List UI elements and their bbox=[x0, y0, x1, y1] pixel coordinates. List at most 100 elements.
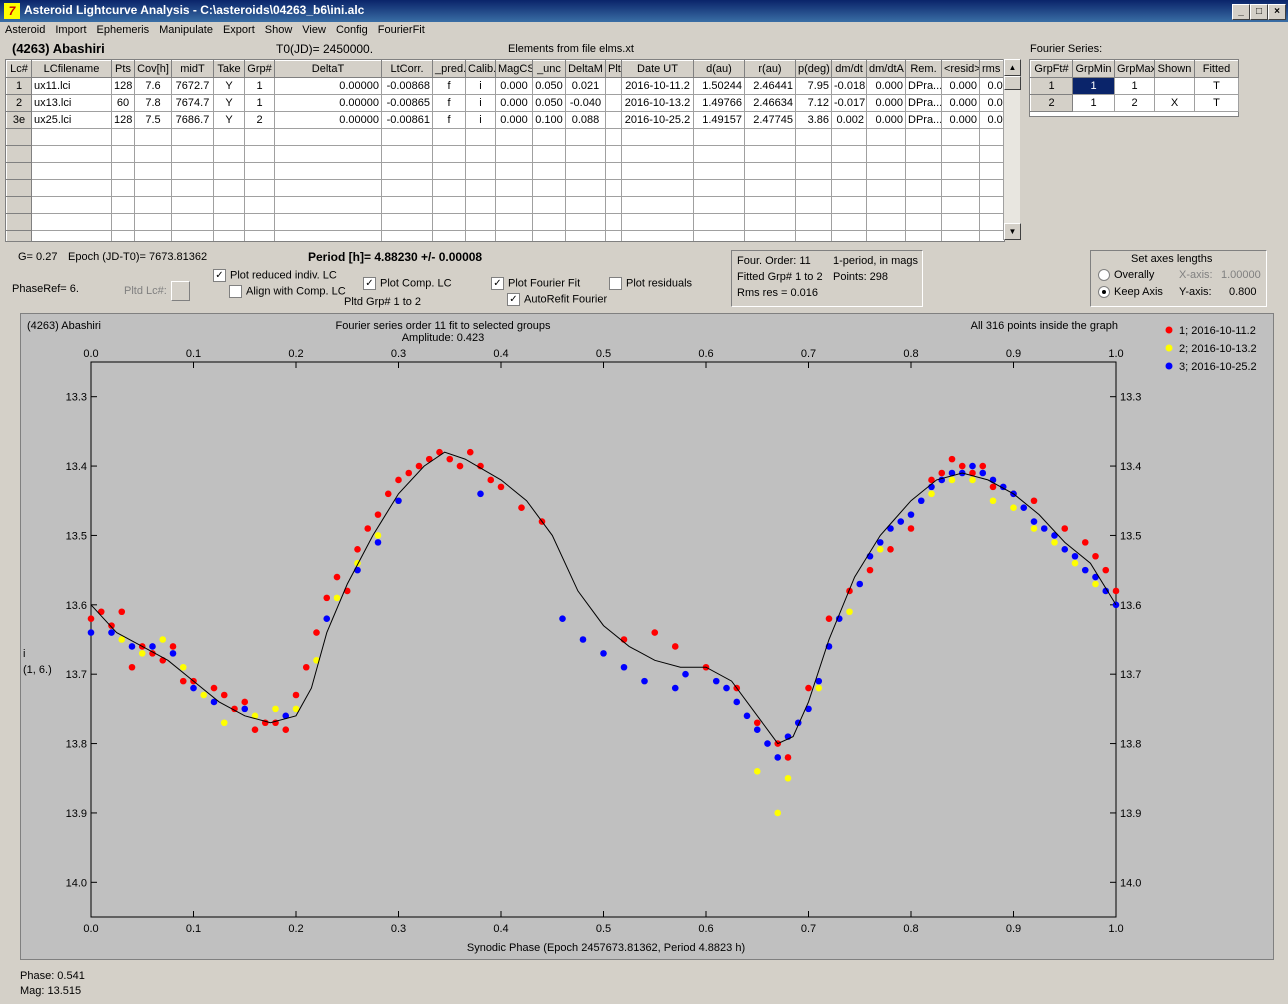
data-point-s3[interactable] bbox=[323, 615, 331, 622]
table-cell[interactable] bbox=[693, 213, 745, 231]
table-cell[interactable]: 7.6 bbox=[134, 77, 172, 95]
table-row[interactable] bbox=[6, 230, 1004, 241]
table-cell[interactable]: Y bbox=[213, 94, 245, 112]
table-cell[interactable] bbox=[244, 213, 275, 231]
table-cell[interactable] bbox=[274, 196, 382, 214]
table-cell[interactable] bbox=[274, 230, 382, 241]
data-point-s2[interactable] bbox=[784, 774, 792, 782]
table-cell[interactable] bbox=[905, 128, 942, 146]
table-cell[interactable]: i bbox=[465, 111, 496, 129]
table-cell[interactable] bbox=[905, 179, 942, 197]
table-cell[interactable] bbox=[941, 162, 980, 180]
lc-header-1[interactable]: LCfilename bbox=[31, 60, 112, 78]
data-point-s2[interactable] bbox=[1010, 504, 1017, 511]
lc-header-8[interactable]: LtCorr. bbox=[381, 60, 433, 78]
table-cell[interactable]: DPra... bbox=[905, 77, 942, 95]
data-point-s3[interactable] bbox=[774, 754, 782, 761]
table-cell[interactable] bbox=[532, 145, 566, 163]
table-cell[interactable] bbox=[693, 162, 745, 180]
lc-header-19[interactable]: dm/dt bbox=[831, 60, 867, 78]
table-cell[interactable]: 2 bbox=[1114, 94, 1155, 112]
table-cell[interactable] bbox=[432, 128, 466, 146]
table-cell[interactable] bbox=[213, 128, 245, 146]
table-cell[interactable] bbox=[213, 196, 245, 214]
table-cell[interactable] bbox=[31, 230, 112, 241]
data-point-s3[interactable] bbox=[897, 518, 905, 525]
table-cell[interactable] bbox=[565, 162, 606, 180]
lc-header-21[interactable]: Rem. bbox=[905, 60, 942, 78]
table-cell[interactable] bbox=[495, 213, 533, 231]
table-cell[interactable]: 1.50244 bbox=[693, 77, 745, 95]
data-point-s3[interactable] bbox=[856, 580, 864, 588]
data-point-s3[interactable] bbox=[907, 511, 915, 518]
table-cell[interactable] bbox=[605, 111, 622, 129]
overally-radio[interactable]: Overally bbox=[1098, 269, 1154, 282]
table-cell[interactable] bbox=[31, 128, 112, 146]
table-cell[interactable] bbox=[532, 196, 566, 214]
table-cell[interactable]: 1 bbox=[244, 94, 275, 112]
table-cell[interactable] bbox=[605, 230, 622, 241]
align-comp-checkbox[interactable]: Align with Comp. LC bbox=[229, 285, 346, 298]
table-cell[interactable]: 0.050 bbox=[532, 77, 566, 95]
data-point-s3[interactable] bbox=[1061, 546, 1069, 553]
table-cell[interactable]: 0.002 bbox=[831, 111, 867, 129]
table-cell[interactable] bbox=[621, 230, 694, 241]
table-cell[interactable] bbox=[31, 145, 112, 163]
scroll-thumb[interactable] bbox=[1004, 76, 1021, 90]
table-cell[interactable] bbox=[111, 128, 135, 146]
lc-header-2[interactable]: Pts bbox=[111, 60, 135, 78]
data-point-s1[interactable] bbox=[108, 622, 115, 629]
data-point-s3[interactable] bbox=[1112, 601, 1120, 609]
table-cell[interactable] bbox=[866, 179, 906, 197]
table-cell[interactable]: 0.000 bbox=[866, 111, 906, 129]
table-cell[interactable] bbox=[693, 179, 745, 197]
lc-header-10[interactable]: Calib. bbox=[465, 60, 496, 78]
table-cell[interactable] bbox=[213, 230, 245, 241]
table-cell[interactable] bbox=[495, 196, 533, 214]
table-cell[interactable] bbox=[744, 179, 796, 197]
table-cell[interactable]: -0.00861 bbox=[381, 111, 433, 129]
table-cell[interactable]: 0.000 bbox=[941, 94, 980, 112]
data-point-s2[interactable] bbox=[179, 663, 187, 671]
data-point-s2[interactable] bbox=[1030, 525, 1038, 532]
row-header[interactable] bbox=[6, 179, 32, 197]
table-cell[interactable] bbox=[795, 128, 832, 146]
data-point-s1[interactable] bbox=[1092, 552, 1099, 560]
table-cell[interactable] bbox=[111, 162, 135, 180]
data-point-s2[interactable] bbox=[138, 650, 146, 657]
data-point-s1[interactable] bbox=[395, 476, 402, 484]
table-cell[interactable]: 0.000 bbox=[495, 77, 533, 95]
table-cell[interactable] bbox=[905, 230, 942, 241]
lc-header-18[interactable]: p(deg) bbox=[795, 60, 832, 78]
table-cell[interactable]: DPra... bbox=[905, 111, 942, 129]
table-cell[interactable] bbox=[831, 128, 867, 146]
data-point-s3[interactable] bbox=[374, 539, 382, 546]
align-comp-check[interactable] bbox=[229, 285, 242, 298]
table-cell[interactable] bbox=[244, 162, 275, 180]
data-point-s2[interactable] bbox=[989, 497, 997, 505]
data-point-s1[interactable] bbox=[333, 573, 341, 581]
lc-header-23[interactable]: rms res bbox=[979, 60, 1004, 78]
plot-reduced-checkbox[interactable]: ✓ Plot reduced indiv. LC bbox=[213, 269, 337, 282]
table-row[interactable] bbox=[6, 179, 1004, 197]
lightcurve-chart[interactable]: (4263) Abashiri Fourier series order 11 … bbox=[20, 313, 1274, 960]
data-point-s3[interactable] bbox=[169, 650, 177, 657]
lc-header-22[interactable]: <resid> bbox=[941, 60, 980, 78]
data-point-s1[interactable] bbox=[456, 462, 464, 470]
table-cell[interactable] bbox=[134, 162, 172, 180]
table-cell[interactable]: f bbox=[432, 94, 466, 112]
data-point-s1[interactable] bbox=[374, 511, 382, 518]
keep-axis-radio-dot[interactable] bbox=[1098, 286, 1110, 299]
table-cell[interactable]: DPra... bbox=[905, 94, 942, 112]
data-point-s3[interactable] bbox=[753, 726, 761, 733]
table-cell[interactable] bbox=[532, 213, 566, 231]
table-cell[interactable] bbox=[134, 196, 172, 214]
data-point-s3[interactable] bbox=[1071, 552, 1079, 560]
lc-header-7[interactable]: DeltaT bbox=[274, 60, 382, 78]
table-cell[interactable] bbox=[565, 213, 606, 231]
table-cell[interactable] bbox=[621, 145, 694, 163]
data-point-s1[interactable] bbox=[405, 469, 413, 477]
table-cell[interactable]: i bbox=[465, 77, 496, 95]
data-point-s1[interactable] bbox=[825, 615, 833, 622]
menu-asteroid[interactable]: Asteroid bbox=[0, 22, 50, 38]
